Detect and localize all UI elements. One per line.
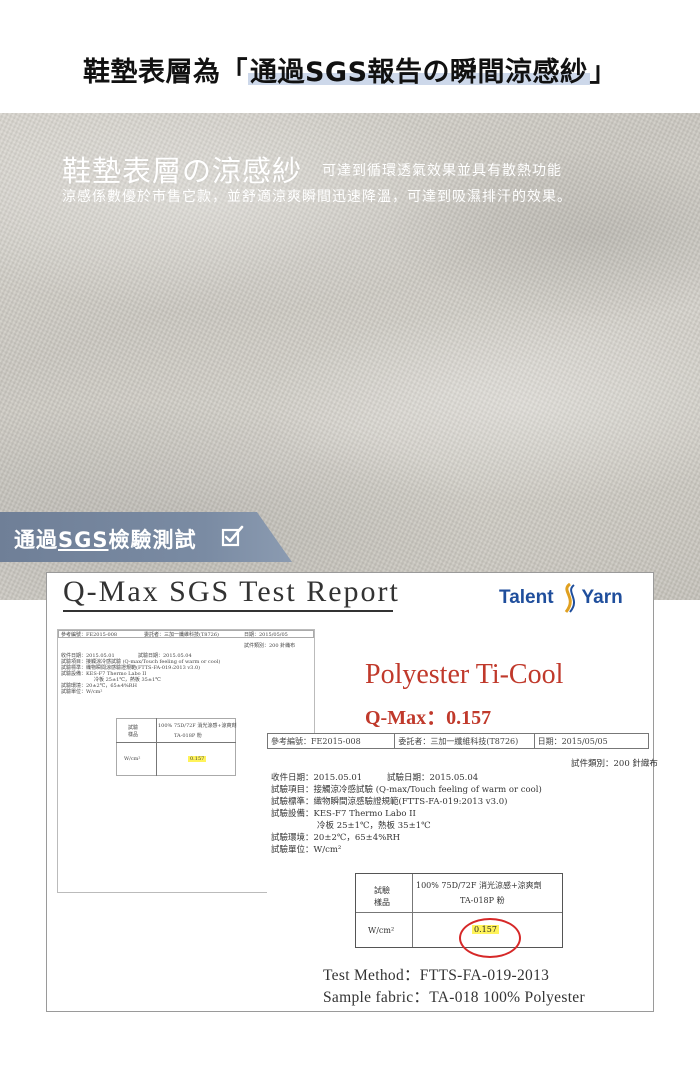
fabric-title: 鞋墊表層の涼感紗 (62, 154, 303, 188)
report-category: 試件類別：200 針織布 (571, 759, 658, 769)
mini-sample-label-2: 樣品 (128, 732, 139, 738)
report-plates: 冷板 25±1℃，熱板 35±1℃ (317, 821, 431, 831)
report-date: 日期：2015/05/05 (537, 737, 608, 746)
sample-code: TA-018P 粉 (460, 896, 505, 905)
badge-sgs: SGS (58, 528, 109, 552)
report-header-row: 參考編號：FE2015-008 委託者：三加一纖維科技(T8726) 日期：20… (267, 733, 649, 749)
report-tested: 試驗日期：2015.05.04 (387, 773, 479, 783)
headline-prefix: 鞋墊表層為「 (82, 57, 248, 88)
mini-client: 委託者：三加一纖維科技(T8726) (144, 632, 219, 638)
talent-yarn-logo: Talent Yarn (499, 583, 623, 613)
sample-label-2: 樣品 (374, 898, 390, 907)
sgs-test-report: Q-Max SGS Test Report Talent Yarn 參考編號：F… (46, 572, 658, 1012)
report-detail: 參考編號：FE2015-008 委託者：三加一纖維科技(T8726) 日期：20… (267, 733, 658, 949)
sample-fabric: Sample fabric：TA-018 100% Polyester (323, 989, 585, 1006)
yarn-swoosh-icon (564, 583, 575, 613)
mini-category: 試件類別：200 針織布 (244, 643, 296, 649)
qmax-value: Q-Max：0.157 (365, 707, 492, 729)
badge-suffix: 檢驗測試 (108, 528, 197, 552)
badge-prefix: 通過 (14, 528, 58, 552)
checkbox-check-icon (221, 525, 244, 547)
report-unit: 試驗單位：W/cm² (271, 845, 342, 855)
report-item: 試驗項目：接觸涼冷感試驗 (Q-max/Touch feeling of war… (271, 785, 542, 795)
result-highlight-circle (459, 918, 521, 958)
mini-sample-name: 100% 75D/72F 消光涼感+涼爽劑 (158, 723, 237, 729)
report-title: Q-Max SGS Test Report (63, 575, 400, 608)
test-method: Test Method：FTTS-FA-019-2013 (323, 967, 550, 984)
mini-row-label: W/cm² (124, 756, 141, 762)
report-equipment: 試驗設備：KES-F7 Thermo Labo II (271, 809, 416, 819)
page-headline: 鞋墊表層為「通過SGS報告の瞬間涼感紗」 (0, 48, 700, 98)
mini-ref: 參考編號：FE2015-008 (61, 632, 118, 638)
mini-unit: 試驗單位：W/cm² (61, 689, 103, 695)
report-environment: 試驗環境：20±2℃，65±4%RH (271, 833, 401, 843)
headline-highlight: 通過SGS報告の瞬間涼感紗 (247, 57, 590, 88)
headline-suffix: 」 (589, 57, 618, 88)
sgs-badge-text: 通過SGS檢驗測試 (14, 524, 197, 554)
report-ref: 參考編號：FE2015-008 (268, 734, 396, 748)
mini-row-value: 0.157 (188, 756, 207, 762)
logo-text-talent: Talent (499, 587, 554, 608)
sample-name: 100% 75D/72F 消光涼感+涼爽劑 (416, 881, 542, 890)
report-received: 收件日期：2015.05.01 (271, 773, 363, 783)
product-name: Polyester Ti-Cool (365, 659, 564, 690)
fabric-subtitle: 可達到循環透氣效果並具有散熱功能 (322, 163, 562, 179)
fabric-description: 涼感係數優於市售它款，並舒適涼爽瞬間迅速降溫，可達到吸濕排汗的效果。 (62, 189, 572, 205)
mini-date: 日期：2015/05/05 (244, 632, 288, 638)
report-client: 委託者：三加一纖維科技(T8726) (395, 734, 535, 748)
sample-label-1: 試驗 (374, 886, 390, 895)
report-title-rule (63, 610, 393, 612)
logo-text-yarn: Yarn (581, 587, 623, 608)
mini-sample-code: TA-018P 粉 (174, 733, 202, 739)
report-standard: 試驗標準：織物瞬間涼感驗證規範(FTTS-FA-019:2013 v3.0) (271, 797, 508, 807)
mini-sample-label-1: 試驗 (128, 725, 139, 731)
row-unit-label: W/cm² (368, 926, 395, 935)
